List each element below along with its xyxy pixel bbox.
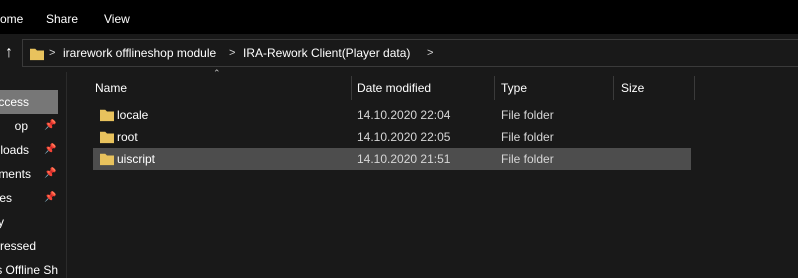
pin-icon: 📌	[44, 144, 57, 155]
nav-item-pictures[interactable]: res 📌	[0, 186, 58, 210]
nav-item-7[interactable]: y	[0, 210, 58, 234]
nav-item-label: op	[14, 119, 28, 133]
breadcrumb-separator[interactable]: >	[49, 47, 55, 59]
pin-icon: 📌	[44, 192, 57, 203]
nav-item-label: ments	[0, 167, 31, 181]
address-bar-row: ↑ > irarework offlineshop module > IRA-R…	[0, 34, 798, 72]
ribbon: ome Share View	[0, 0, 798, 34]
nav-item-label: ccess	[0, 95, 29, 109]
folder-icon	[100, 131, 114, 144]
pin-icon: 📌	[44, 120, 57, 131]
file-date: 14.10.2020 22:04	[357, 108, 451, 122]
file-date: 14.10.2020 21:51	[357, 152, 451, 166]
list-item[interactable]: uiscript 14.10.2020 21:51 File folder	[93, 148, 691, 170]
nav-item-label: loads	[0, 143, 29, 157]
list-item[interactable]: root 14.10.2020 22:05 File folder	[93, 126, 691, 148]
nav-item-quick-access[interactable]: ccess	[0, 90, 58, 114]
folder-icon	[100, 109, 114, 122]
file-name: uiscript	[117, 152, 156, 166]
nav-item-desktop[interactable]: op 📌	[0, 114, 58, 138]
column-header-date[interactable]: Date modified	[349, 72, 493, 104]
nav-item-offline-shop[interactable]: s Offline Sh	[0, 258, 58, 278]
up-arrow-icon[interactable]: ↑	[0, 41, 18, 65]
column-divider[interactable]	[694, 76, 695, 100]
pin-icon: 📌	[44, 168, 57, 179]
breadcrumb-separator[interactable]: >	[229, 47, 235, 59]
column-header-name[interactable]: Name	[87, 72, 351, 104]
file-type: File folder	[501, 152, 554, 166]
file-name: locale	[117, 108, 149, 122]
nav-item-downloads[interactable]: loads 📌	[0, 138, 58, 162]
breadcrumb-separator[interactable]: >	[427, 47, 433, 59]
nav-item-label: ressed	[0, 239, 36, 253]
column-header-type[interactable]: Type	[493, 72, 613, 104]
file-list: ⌃ Name Date modified Type Size locale 14…	[67, 68, 798, 278]
nav-item-label: y	[0, 215, 4, 229]
navigation-pane: ccess op 📌 loads 📌 ments 📌 res 📌 y resse…	[0, 72, 58, 278]
column-header-size[interactable]: Size	[613, 72, 693, 104]
nav-item-label: res	[0, 191, 12, 205]
nav-item-documents[interactable]: ments 📌	[0, 162, 58, 186]
tab-share[interactable]: Share	[46, 12, 78, 26]
file-type: File folder	[501, 130, 554, 144]
breadcrumb-client[interactable]: IRA-Rework Client(Player data)	[243, 46, 410, 60]
nav-item-label: s Offline Sh	[0, 263, 58, 277]
folder-icon	[30, 48, 44, 61]
folder-icon	[100, 153, 114, 166]
address-bar[interactable]: > irarework offlineshop module > IRA-Rew…	[22, 39, 798, 67]
nav-item-compressed[interactable]: ressed	[0, 234, 58, 258]
file-date: 14.10.2020 22:05	[357, 130, 451, 144]
tab-home[interactable]: ome	[0, 12, 23, 26]
file-name: root	[117, 130, 138, 144]
file-type: File folder	[501, 108, 554, 122]
breadcrumb-irarework[interactable]: irarework offlineshop module	[63, 46, 216, 60]
tab-view[interactable]: View	[104, 12, 130, 26]
list-item[interactable]: locale 14.10.2020 22:04 File folder	[93, 104, 691, 126]
